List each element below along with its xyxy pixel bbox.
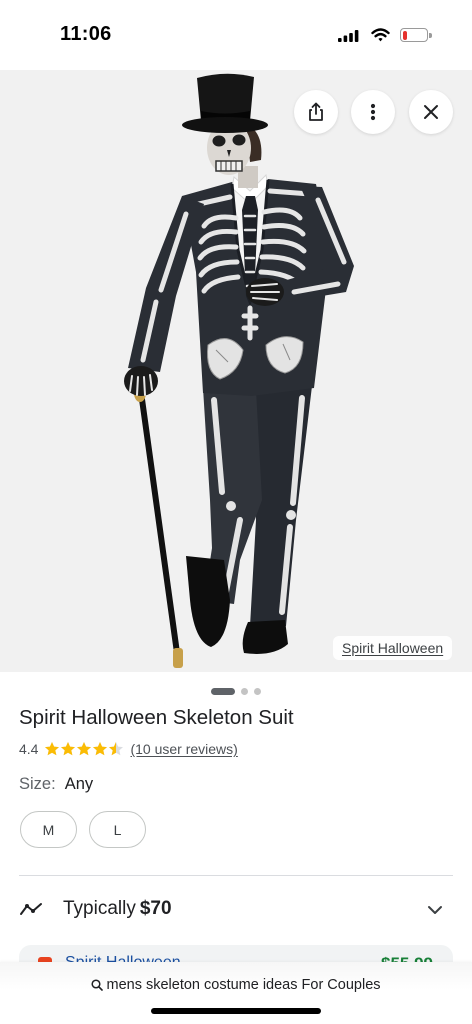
share-button[interactable] xyxy=(294,90,338,134)
rating-row: 4.4 (10 user reviews) xyxy=(19,739,238,759)
rating-star xyxy=(108,741,124,757)
battery-icon xyxy=(400,28,428,42)
typical-price: Typically $70 xyxy=(63,898,172,920)
status-bar: 11:06 xyxy=(0,0,472,70)
rating-stars xyxy=(44,741,124,757)
right-skeleton-glove xyxy=(246,278,284,306)
size-value: Any xyxy=(64,775,94,793)
status-time: 11:06 xyxy=(60,23,112,45)
more-options-button[interactable] xyxy=(351,90,395,134)
bottom-search-bar[interactable]: mens skeleton costume ideas For Couples xyxy=(0,962,472,1024)
chevron-down-icon[interactable] xyxy=(427,903,443,917)
section-divider xyxy=(19,875,453,876)
size-chip-l[interactable]: L xyxy=(89,811,146,848)
product-title: Spirit Halloween Skeleton Suit xyxy=(19,706,294,729)
rating-star xyxy=(60,741,76,757)
search-query-row[interactable]: mens skeleton costume ideas For Couples xyxy=(0,977,472,993)
price-amount: $70 xyxy=(139,898,172,919)
product-photo xyxy=(0,70,472,672)
cellular-signal-icon xyxy=(338,30,359,42)
price-row[interactable]: Typically $70 xyxy=(19,895,453,925)
wifi-icon xyxy=(371,28,390,42)
battery-level-fill xyxy=(402,30,408,40)
search-query-text: mens skeleton costume ideas For Couples xyxy=(106,977,381,993)
rating-star xyxy=(92,741,108,757)
reviews-link[interactable]: (10 user reviews) xyxy=(130,741,237,757)
close-button[interactable] xyxy=(409,90,453,134)
image-source-link[interactable]: Spirit Halloween xyxy=(333,636,453,660)
carousel-dot[interactable] xyxy=(254,687,261,695)
rating-star xyxy=(44,741,60,757)
price-trend-icon xyxy=(20,903,42,915)
size-row: Size: Any xyxy=(19,775,93,794)
close-icon xyxy=(424,105,438,119)
battery-nub xyxy=(429,33,432,38)
rating-value: 4.4 xyxy=(19,741,39,757)
size-chip-m[interactable]: M xyxy=(20,811,77,848)
left-skeleton-glove xyxy=(124,366,158,396)
price-prefix: Typically xyxy=(63,898,136,919)
more-vertical-icon xyxy=(370,103,376,121)
home-indicator[interactable] xyxy=(151,1008,321,1014)
carousel-dot-active[interactable] xyxy=(211,687,235,695)
share-icon xyxy=(309,102,323,121)
search-icon xyxy=(91,979,104,991)
carousel-dot[interactable] xyxy=(241,687,248,695)
size-label: Size: xyxy=(19,775,56,793)
product-image-viewer[interactable] xyxy=(0,70,472,672)
rating-star xyxy=(76,741,92,757)
image-carousel-indicator xyxy=(0,687,472,695)
